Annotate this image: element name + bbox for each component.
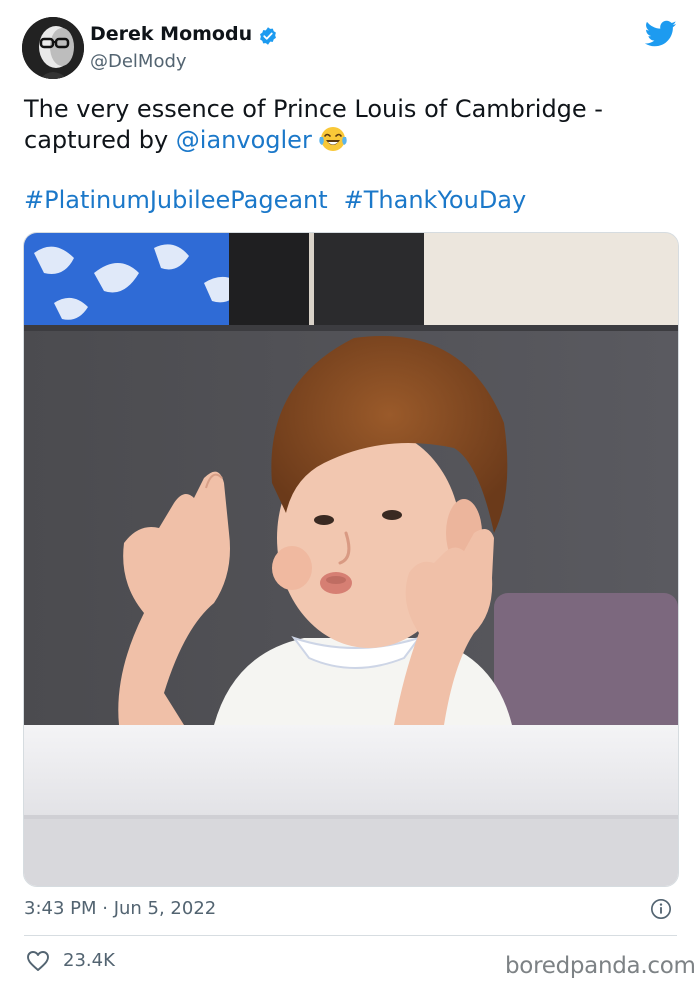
like-count[interactable]: 23.4K bbox=[63, 950, 115, 971]
verified-badge-icon bbox=[260, 27, 276, 45]
twitter-bird-icon[interactable] bbox=[645, 20, 677, 48]
hashtag-link[interactable]: #PlatinumJubileePageant bbox=[24, 186, 328, 214]
tweet-text-line-2: captured by @ianvogler bbox=[24, 125, 348, 161]
photo-image bbox=[24, 233, 678, 886]
heart-icon[interactable] bbox=[26, 950, 50, 972]
tweet-card: Derek Momodu @DelMody The very essence o… bbox=[0, 0, 700, 988]
tweet-text-line-1: The very essence of Prince Louis of Camb… bbox=[24, 95, 603, 123]
author-avatar[interactable] bbox=[22, 17, 84, 79]
mention-link[interactable]: @ianvogler bbox=[176, 126, 312, 154]
info-icon[interactable] bbox=[650, 898, 672, 920]
tweet-text-prefix: captured by bbox=[24, 126, 176, 154]
tweet-timestamp[interactable]: 3:43 PM · Jun 5, 2022 bbox=[24, 898, 216, 919]
hashtag-link[interactable]: #ThankYouDay bbox=[344, 186, 527, 214]
tweet-photo[interactable] bbox=[23, 232, 679, 887]
hashtag-list: #PlatinumJubileePageant #ThankYouDay bbox=[24, 185, 526, 216]
footer-divider bbox=[24, 935, 677, 936]
author-handle[interactable]: @DelMody bbox=[90, 51, 187, 72]
watermark-text: boredpanda.com bbox=[505, 953, 696, 979]
laughing-tears-emoji-icon bbox=[318, 125, 348, 161]
author-name[interactable]: Derek Momodu bbox=[90, 23, 252, 45]
avatar-image bbox=[22, 17, 84, 79]
